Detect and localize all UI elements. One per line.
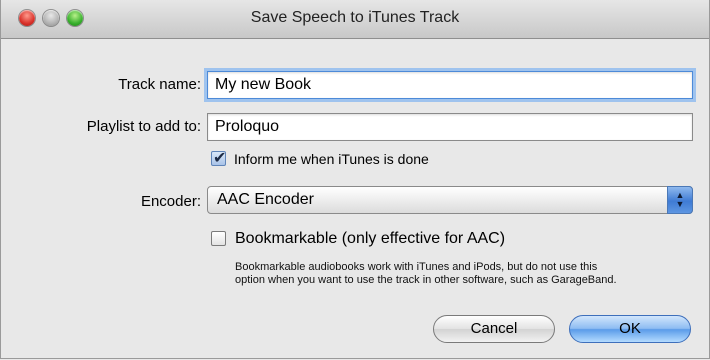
cancel-button[interactable]: Cancel bbox=[433, 315, 555, 343]
encoder-popup[interactable]: AAC Encoder ▲ ▼ bbox=[207, 186, 693, 214]
playlist-label: Playlist to add to: bbox=[86, 118, 201, 135]
help-line-2: option when you want to use the track in… bbox=[235, 274, 617, 286]
popup-arrows-icon[interactable]: ▲ ▼ bbox=[667, 186, 693, 214]
checkmark-icon: ✔ bbox=[213, 150, 227, 167]
bookmarkable-help-text: Bookmarkable audiobooks work with iTunes… bbox=[235, 261, 705, 287]
encoder-selected-value: AAC Encoder bbox=[217, 191, 314, 208]
ok-button[interactable]: OK bbox=[569, 315, 691, 343]
chevron-down-icon: ▼ bbox=[675, 199, 685, 209]
bookmarkable-label: Bookmarkable (only effective for AAC) bbox=[235, 230, 506, 247]
inform-label: Inform me when iTunes is done bbox=[234, 151, 429, 167]
inform-checkbox[interactable]: ✔ bbox=[211, 150, 227, 167]
playlist-field[interactable]: Proloquo bbox=[207, 113, 693, 141]
track-name-field[interactable]: My new Book bbox=[207, 71, 693, 99]
help-line-1: Bookmarkable audiobooks work with iTunes… bbox=[235, 261, 598, 273]
save-dialog-window: Save Speech to iTunes Track Track name: … bbox=[0, 0, 710, 359]
encoder-label: Encoder: bbox=[140, 193, 201, 210]
title-bar[interactable]: Save Speech to iTunes Track bbox=[1, 0, 709, 39]
track-name-label: Track name: bbox=[118, 76, 201, 93]
window-title: Save Speech to iTunes Track bbox=[250, 9, 460, 26]
bookmarkable-checkbox[interactable] bbox=[211, 231, 226, 246]
